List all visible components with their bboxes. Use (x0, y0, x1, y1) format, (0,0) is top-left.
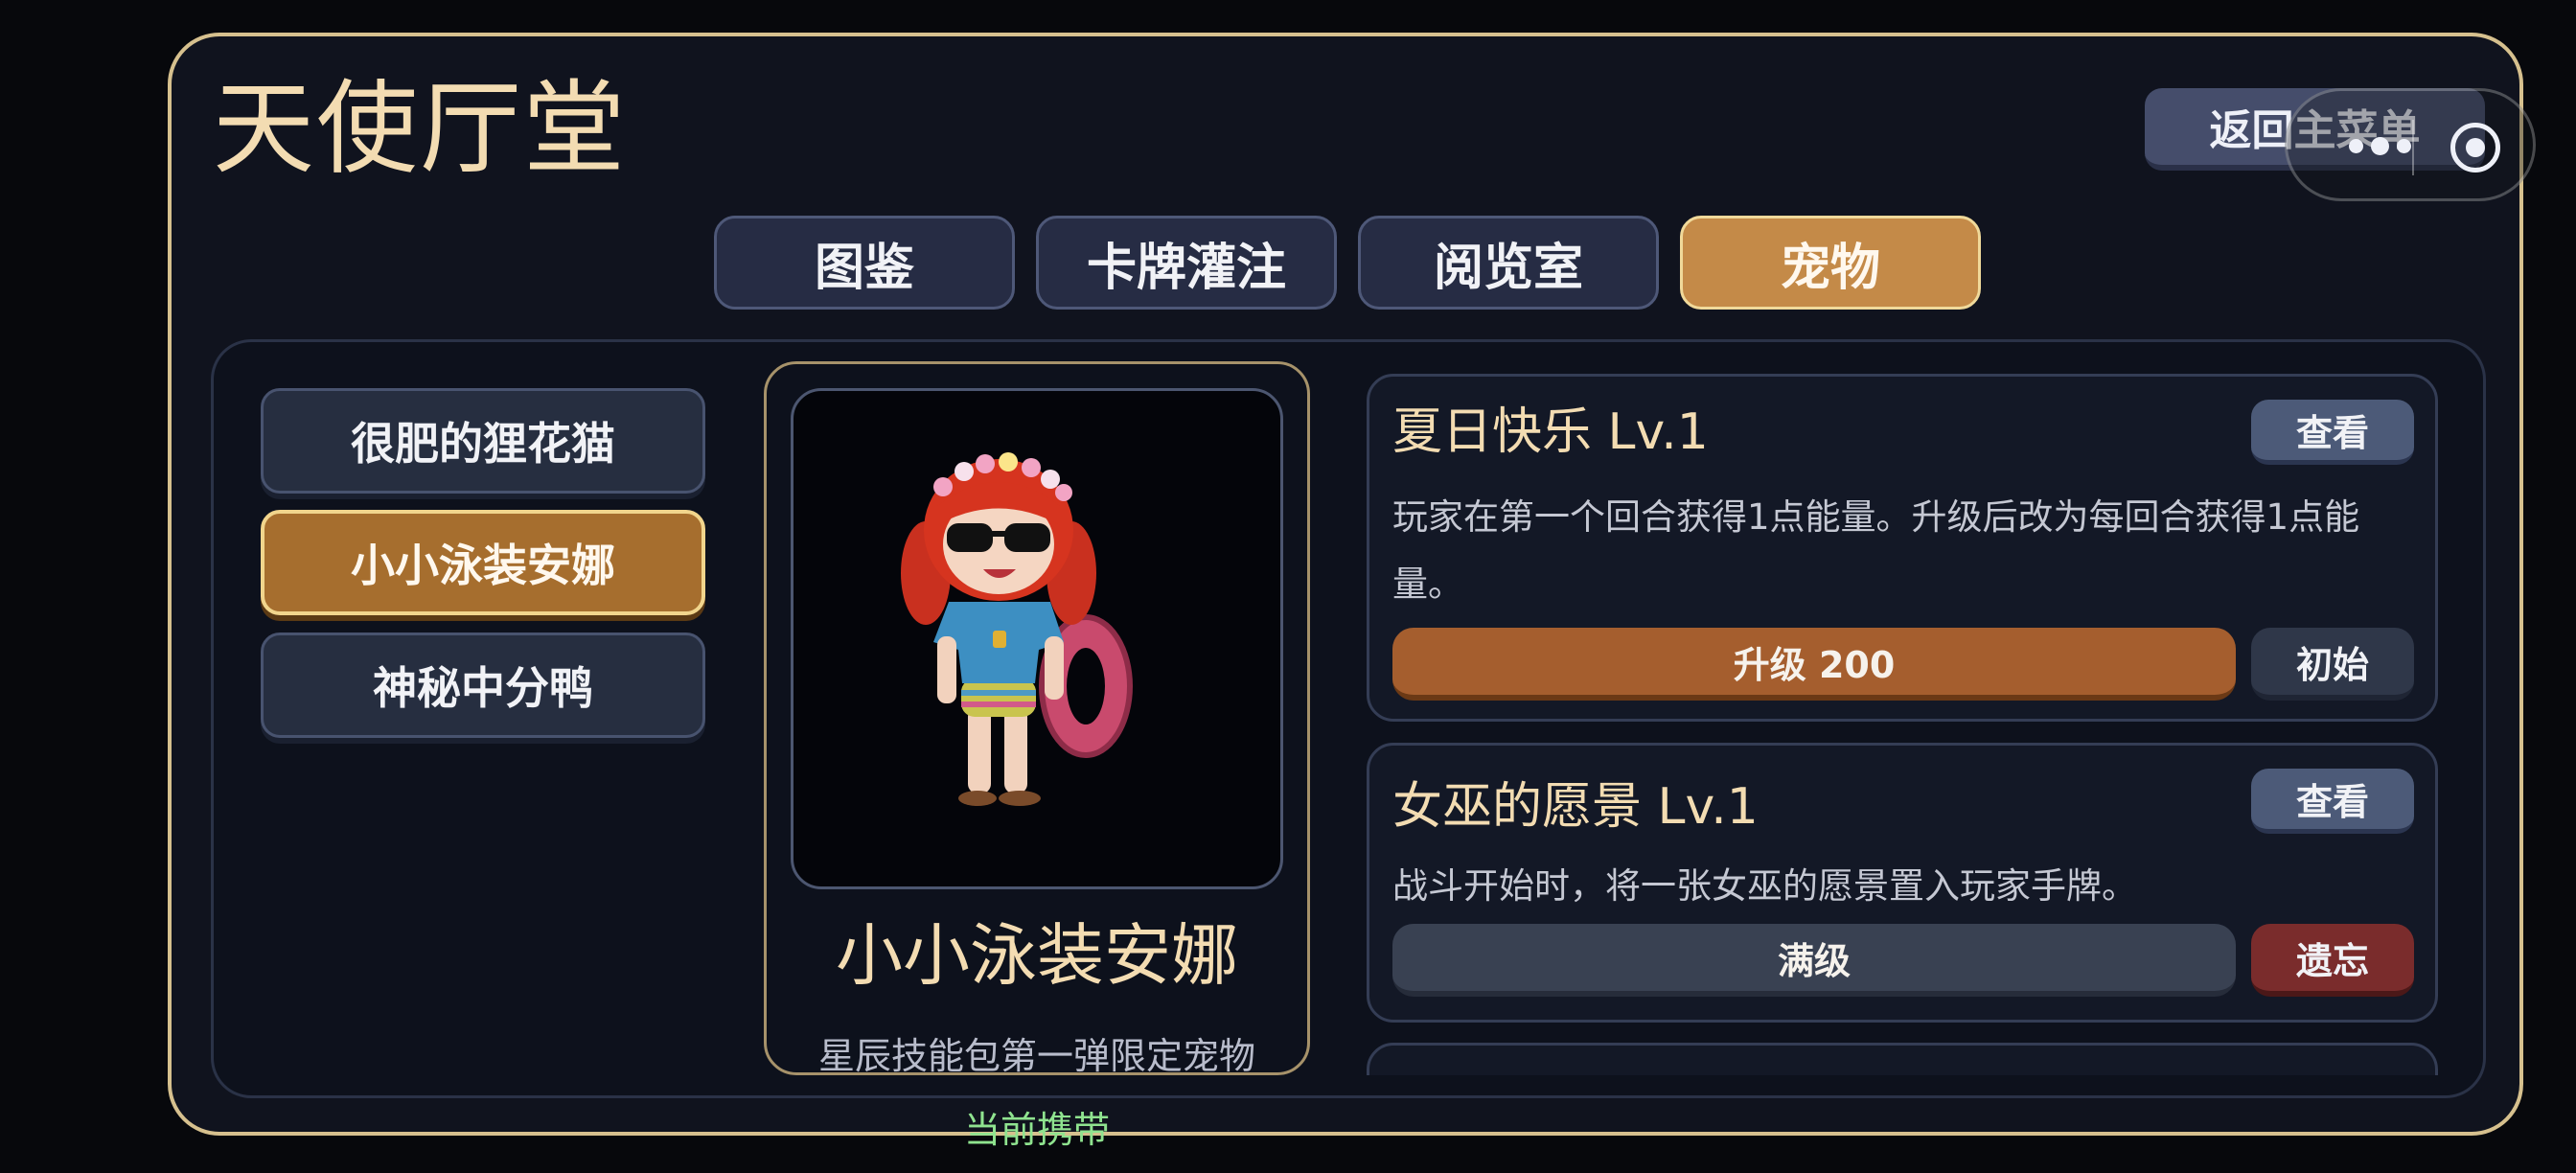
tab-codex[interactable]: 图鉴 (714, 216, 1015, 310)
mini-program-capsule (2285, 88, 2536, 201)
more-options-icon[interactable] (2349, 137, 2411, 155)
pet-name: 小小泳装安娜 (836, 916, 1238, 995)
carried-status: 当前携带 (963, 1109, 1110, 1151)
skill-title: 女巫的愿景 Lv.1 (1392, 778, 1759, 836)
close-target-icon[interactable] (2450, 123, 2500, 172)
pet-description: 星辰技能包第一弹限定宠物 (817, 1035, 1255, 1077)
skill-card-partial (1367, 1043, 2438, 1075)
pet-item-swimsuit-anna[interactable]: 小小泳装安娜 (261, 510, 705, 615)
tab-pets[interactable]: 宠物 (1680, 216, 1981, 310)
skill-description: 玩家在第一个回合获得1点能量。升级后改为每回合获得1点能量。 (1392, 496, 2360, 605)
forget-button[interactable]: 遗忘 (2251, 924, 2414, 997)
max-level-bar: 满级 (1392, 924, 2236, 997)
tab-card-infusion[interactable]: 卡牌灌注 (1036, 216, 1337, 310)
upgrade-button[interactable]: 升级 200 (1392, 628, 2236, 701)
pet-item-mystery-duck[interactable]: 神秘中分鸭 (261, 632, 705, 738)
skill-title: 夏日快乐 Lv.1 (1392, 403, 1709, 461)
view-skill-button[interactable]: 查看 (2251, 769, 2414, 834)
pet-character-illustration (901, 452, 1133, 806)
skill-list[interactable]: 夏日快乐 Lv.1 查看 玩家在第一个回合获得1点能量。升级后改为每回合获得1点… (1367, 374, 2438, 1075)
skill-card: 女巫的愿景 Lv.1 查看 战斗开始时，将一张女巫的愿景置入玩家手牌。 满级 遗… (1367, 743, 2438, 1023)
view-skill-button[interactable]: 查看 (2251, 400, 2414, 465)
pet-item-fat-tabby-cat[interactable]: 很肥的狸花猫 (261, 388, 705, 494)
page-title: 天使厅堂 (213, 70, 627, 188)
skill-description: 战斗开始时，将一张女巫的愿景置入玩家手牌。 (1392, 865, 2137, 907)
capsule-divider (2412, 120, 2414, 175)
initial-button[interactable]: 初始 (2251, 628, 2414, 701)
pet-portrait (791, 388, 1283, 889)
tab-reading-room[interactable]: 阅览室 (1358, 216, 1659, 310)
skill-card: 夏日快乐 Lv.1 查看 玩家在第一个回合获得1点能量。升级后改为每回合获得1点… (1367, 374, 2438, 722)
